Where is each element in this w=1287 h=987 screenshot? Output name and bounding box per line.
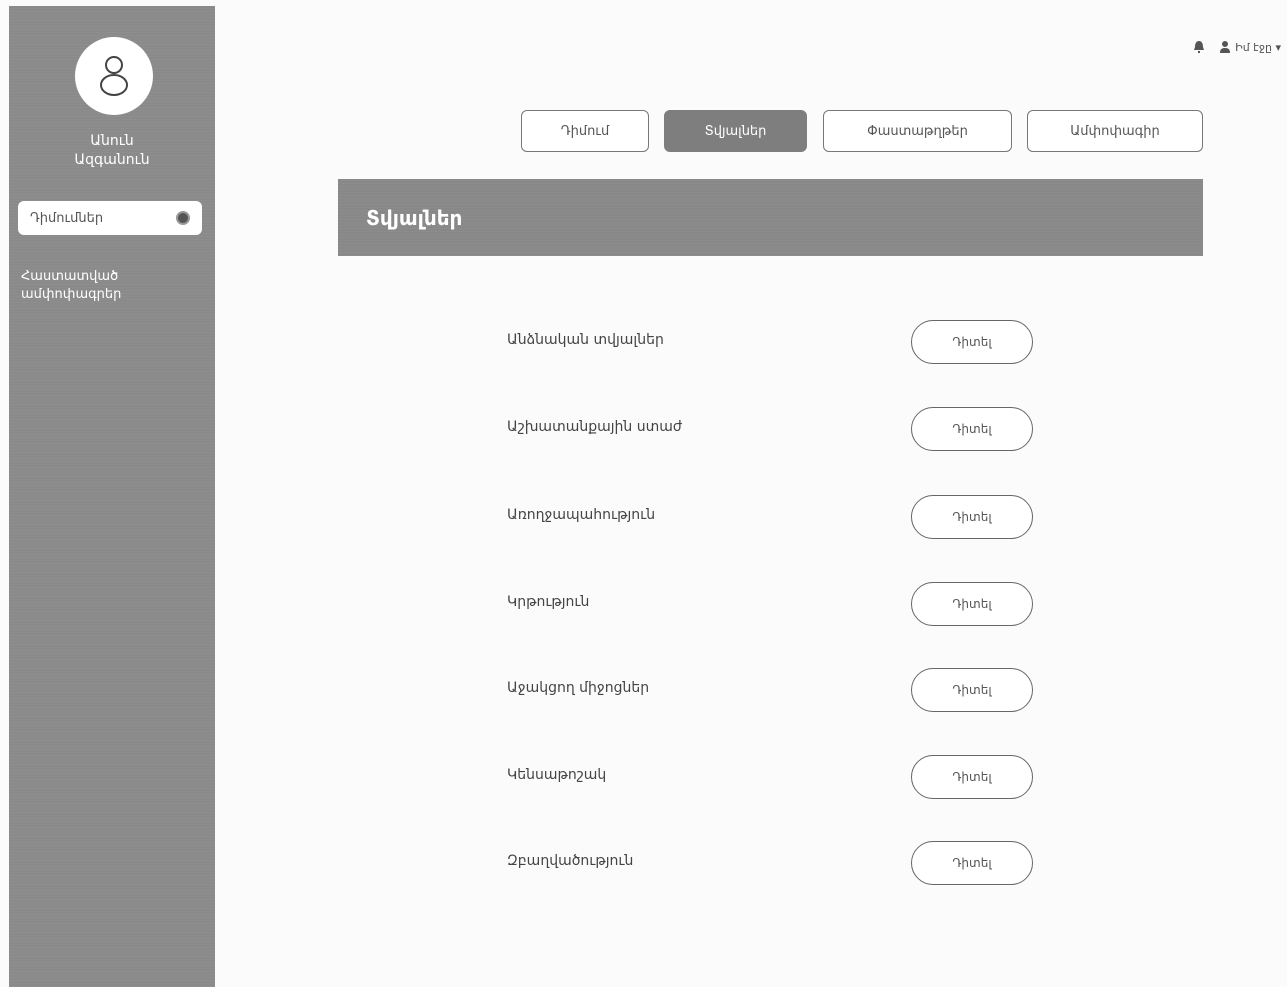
user-name: Անուն Ազգանուն xyxy=(9,132,215,170)
row-label: Աջակցող միջոցներ xyxy=(507,680,650,696)
user-menu[interactable]: Իմ էջը ▾ xyxy=(1219,40,1281,54)
notification-dot-icon xyxy=(176,211,190,225)
user-first-name: Անուն xyxy=(90,133,134,149)
list-item: Զբաղվածություն Դիտել xyxy=(507,841,1037,887)
tab-data[interactable]: Տվյալներ xyxy=(664,110,807,152)
user-menu-label: Իմ էջը ▾ xyxy=(1235,40,1281,54)
view-button[interactable]: Դիտել xyxy=(911,841,1033,885)
view-button[interactable]: Դիտել xyxy=(911,668,1033,712)
view-button[interactable]: Դիտել xyxy=(911,495,1033,539)
list-item: Կրթություն Դիտել xyxy=(507,582,1037,628)
sidebar-item-approved-summaries[interactable]: Հաստատված ամփոփագրեր xyxy=(21,268,201,304)
row-label: Զբաղվածություն xyxy=(507,853,634,869)
bell-icon[interactable] xyxy=(1193,40,1205,54)
row-label: Կենսաթոշակ xyxy=(507,767,607,783)
list-item: Աջակցող միջոցներ Դիտել xyxy=(507,668,1037,714)
view-button[interactable]: Դիտել xyxy=(911,320,1033,364)
view-button[interactable]: Դիտել xyxy=(911,407,1033,451)
person-icon xyxy=(1220,41,1231,53)
row-label: Անձնական տվյալներ xyxy=(507,332,664,348)
section-header: Տվյալներ xyxy=(338,179,1203,256)
sidebar-item-applications[interactable]: Դիմումներ xyxy=(18,201,202,235)
section-title: Տվյալներ xyxy=(366,205,463,230)
page: Անուն Ազգանուն Դիմումներ Հաստատված ամփոփ… xyxy=(0,0,1287,987)
list-item: Անձնական տվյալներ Դիտել xyxy=(507,320,1037,366)
topbar: Իմ էջը ▾ xyxy=(1193,40,1281,54)
list-item: Կենսաթոշակ Դիտել xyxy=(507,755,1037,801)
row-label: Առողջապահություն xyxy=(507,507,656,523)
list-item: Աշխատանքային ստաժ Դիտել xyxy=(507,407,1037,453)
avatar[interactable] xyxy=(75,37,153,115)
tab-summary[interactable]: Ամփոփագիր xyxy=(1027,110,1203,152)
row-label: Կրթություն xyxy=(507,594,590,610)
view-button[interactable]: Դիտել xyxy=(911,582,1033,626)
sidebar: Անուն Ազգանուն Դիմումներ Հաստատված ամփոփ… xyxy=(9,6,215,987)
sidebar-item-label: Դիմումներ xyxy=(30,210,104,226)
tab-application[interactable]: Դիմում xyxy=(521,110,649,152)
view-button[interactable]: Դիտել xyxy=(911,755,1033,799)
row-label: Աշխատանքային ստաժ xyxy=(507,419,683,435)
user-icon xyxy=(100,56,128,96)
tab-documents[interactable]: Փաստաթղթեր xyxy=(823,110,1012,152)
list-item: Առողջապահություն Դիտել xyxy=(507,495,1037,541)
user-last-name: Ազգանուն xyxy=(74,152,150,168)
